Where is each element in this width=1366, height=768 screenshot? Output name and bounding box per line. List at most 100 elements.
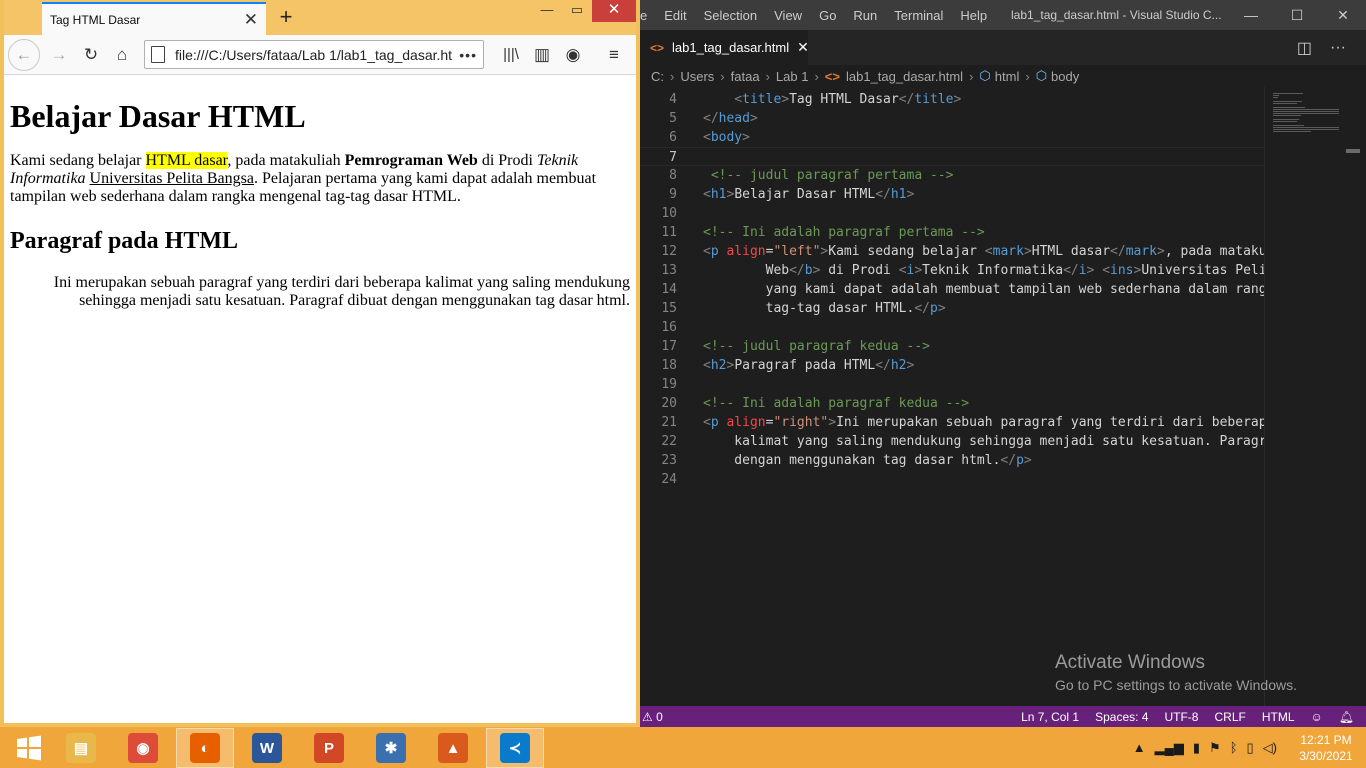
menu-item[interactable]: Help xyxy=(960,8,987,23)
taskbar-app-app-bug[interactable]: ✱ xyxy=(362,728,420,768)
code-line[interactable]: 7 xyxy=(640,147,1264,166)
new-tab-button[interactable]: + xyxy=(272,4,300,32)
status-problems[interactable]: ⚠ 0 xyxy=(640,706,663,728)
status-encoding[interactable]: UTF-8 xyxy=(1164,710,1198,724)
taskbar-app-matlab[interactable]: ▲ xyxy=(424,728,482,768)
notifications-bell-icon[interactable]: 🔔︎ xyxy=(1339,710,1354,724)
menu-item[interactable]: Go xyxy=(819,8,836,23)
taskbar-app-chrome[interactable]: ◉ xyxy=(114,728,172,768)
maximize-icon[interactable]: ☐ xyxy=(1274,0,1320,30)
maximize-icon[interactable]: ▭ xyxy=(562,0,592,22)
feedback-icon[interactable]: ☺ xyxy=(1311,710,1323,724)
status-eol[interactable]: CRLF xyxy=(1214,710,1245,724)
menu-item[interactable]: Edit xyxy=(664,8,686,23)
menu-item[interactable]: Terminal xyxy=(894,8,943,23)
code-token: Belajar Dasar HTML xyxy=(734,187,876,202)
breadcrumb-folder[interactable]: Lab 1 xyxy=(776,69,809,84)
code-line[interactable]: 12 <p align="left">Kami sedang belajar <m… xyxy=(640,242,1264,261)
taskbar-app-word[interactable]: W xyxy=(238,728,296,768)
code-line[interactable]: 24 xyxy=(640,470,1264,489)
code-line[interactable]: 20 <!-- Ini adalah paragraf kedua --> xyxy=(640,394,1264,413)
home-icon[interactable]: ⌂ xyxy=(107,41,137,69)
split-editor-icon[interactable]: ◫ xyxy=(1297,38,1312,58)
browser-tab[interactable]: Tag HTML Dasar ✕ xyxy=(42,2,266,35)
battery-icon[interactable]: ▯ xyxy=(1247,740,1254,756)
firefox-toolbar: ← → ↻ ⌂ file:///C:/Users/fataa/Lab 1/lab… xyxy=(4,35,636,75)
start-button[interactable] xyxy=(0,728,58,768)
code-line[interactable]: 23 dengan menggunakan tag dasar html.</p… xyxy=(640,451,1264,470)
page-actions-icon[interactable]: ••• xyxy=(459,47,477,63)
url-text[interactable]: file:///C:/Users/fataa/Lab 1/lab1_tag_da… xyxy=(175,47,453,63)
show-hidden-icons-icon[interactable]: ▲ xyxy=(1133,740,1146,755)
line-number: 18 xyxy=(661,358,677,373)
system-clock[interactable]: 12:21 PM 3/30/2021 xyxy=(1286,732,1366,764)
code-line[interactable]: 11 <!-- Ini adalah paragraf pertama --> xyxy=(640,223,1264,242)
menu-item[interactable]: Run xyxy=(853,8,877,23)
reload-icon[interactable]: ↻ xyxy=(76,41,106,69)
minimize-icon[interactable]: — xyxy=(1228,0,1274,30)
code-line[interactable]: 13 Web</b> di Prodi <i>Teknik Informatik… xyxy=(640,261,1264,280)
code-line[interactable]: 21 <p align="right">Ini merupakan sebuah … xyxy=(640,413,1264,432)
sidebar-icon[interactable]: ▥ xyxy=(527,41,557,69)
taskbar-app-firefox[interactable]: ◐ xyxy=(176,728,234,768)
more-actions-icon[interactable]: ··· xyxy=(1330,39,1346,57)
breadcrumb-user[interactable]: fataa xyxy=(731,69,760,84)
code-line[interactable]: 6 <body> xyxy=(640,128,1264,147)
tab-close-icon[interactable]: ✕ xyxy=(797,39,809,56)
forward-arrow-icon[interactable]: → xyxy=(44,41,74,69)
onedrive-icon[interactable]: ▮ xyxy=(1193,740,1200,756)
security-flag-icon[interactable]: ⚑ xyxy=(1209,740,1221,756)
breadcrumb-drive[interactable]: C: xyxy=(651,69,664,84)
url-bar[interactable]: file:///C:/Users/fataa/Lab 1/lab1_tag_da… xyxy=(144,40,484,69)
code-text: yang kami dapat adalah membuat tampilan … xyxy=(703,280,1264,299)
status-cursor-position[interactable]: Ln 7, Col 1 xyxy=(1021,710,1079,724)
editor-scrollbar[interactable] xyxy=(1346,87,1360,706)
menu-item[interactable]: Selection xyxy=(704,8,757,23)
code-line[interactable]: 19 xyxy=(640,375,1264,394)
code-line[interactable]: 18 <h2>Paragraf pada HTML</h2> xyxy=(640,356,1264,375)
volume-icon[interactable]: ◁) xyxy=(1263,740,1277,756)
breadcrumb-file[interactable]: lab1_tag_dasar.html xyxy=(846,69,963,84)
firefox-frame: Tag HTML Dasar ✕ + — ▭ ✕ ← → ↻ ⌂ file://… xyxy=(4,0,636,723)
status-indentation[interactable]: Spaces: 4 xyxy=(1095,710,1148,724)
browser-tab-title: Tag HTML Dasar xyxy=(50,12,141,27)
editor-tab[interactable]: <> lab1_tag_dasar.html ✕ xyxy=(640,30,809,65)
close-window-icon[interactable]: ✕ xyxy=(592,0,636,22)
taskbar-app-file-explorer[interactable]: ▤ xyxy=(52,728,110,768)
breadcrumb-html[interactable]: html xyxy=(995,69,1020,84)
bluetooth-icon[interactable]: ᛒ xyxy=(1230,740,1238,755)
minimap[interactable] xyxy=(1264,87,1344,706)
back-arrow-icon[interactable]: ← xyxy=(8,39,40,71)
status-language[interactable]: HTML xyxy=(1262,710,1295,724)
minimize-icon[interactable]: — xyxy=(532,0,562,22)
code-line[interactable]: 15 tag-tag dasar HTML.</p> xyxy=(640,299,1264,318)
code-line[interactable]: 10 xyxy=(640,204,1264,223)
code-token: align xyxy=(726,244,766,259)
scrollbar-thumb[interactable] xyxy=(1346,149,1360,153)
tab-close-icon[interactable]: ✕ xyxy=(244,10,258,30)
code-line[interactable]: 4 <title>Tag HTML Dasar</title> xyxy=(640,90,1264,109)
hamburger-menu-icon[interactable]: ≡ xyxy=(599,41,629,69)
code-token: HTML dasar xyxy=(1031,244,1111,259)
network-signal-icon[interactable]: ▂▄▆ xyxy=(1155,740,1184,756)
library-icon[interactable]: |||\ xyxy=(496,41,526,69)
menu-item[interactable]: View xyxy=(774,8,802,23)
menu-item[interactable]: e xyxy=(640,8,647,23)
breadcrumb-body[interactable]: body xyxy=(1051,69,1079,84)
code-line[interactable]: 14 yang kami dapat adalah membuat tampil… xyxy=(640,280,1264,299)
minimap-line xyxy=(1273,115,1301,116)
taskbar-app-vscode[interactable]: ≺ xyxy=(486,728,544,768)
code-line[interactable]: 5 </head> xyxy=(640,109,1264,128)
code-line[interactable]: 16 xyxy=(640,318,1264,337)
breadcrumb-users[interactable]: Users xyxy=(680,69,714,84)
code-line[interactable]: 17 <!-- judul paragraf kedua --> xyxy=(640,337,1264,356)
taskbar-app-powerpoint[interactable]: P xyxy=(300,728,358,768)
close-window-icon[interactable]: ✕ xyxy=(1320,0,1366,30)
code-line[interactable]: 22 kalimat yang saling mendukung sehingg… xyxy=(640,432,1264,451)
account-icon[interactable]: ◉ xyxy=(558,41,588,69)
code-token: < xyxy=(984,244,993,259)
code-line[interactable]: 9 <h1>Belajar Dasar HTML</h1> xyxy=(640,185,1264,204)
minimap-line xyxy=(1273,107,1306,108)
code-editor[interactable]: 4 <title>Tag HTML Dasar</title> 5 </head> 6… xyxy=(640,90,1264,706)
code-line[interactable]: 8 <!-- judul paragraf pertama --> xyxy=(640,166,1264,185)
